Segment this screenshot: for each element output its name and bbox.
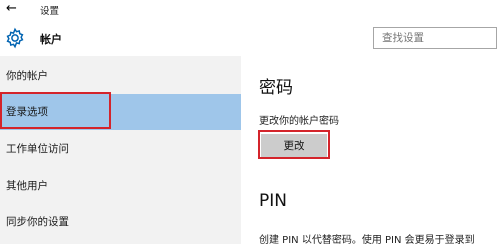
annotation-highlight-sidebar [0, 92, 111, 129]
gear-icon [6, 27, 24, 49]
page-title: 帐户 [40, 33, 62, 46]
sidebar: 你的帐户 登录选项 工作单位访问 其他用户 同步你的设置 [0, 56, 241, 244]
password-description: 更改你的帐户密码 [259, 116, 339, 127]
sidebar-item-work-access[interactable]: 工作单位访问 [0, 131, 241, 167]
window-title: 设置 [40, 6, 60, 17]
sidebar-item-your-account[interactable]: 你的帐户 [0, 58, 241, 94]
back-arrow-icon[interactable]: ← [6, 1, 17, 17]
search-input[interactable] [373, 27, 497, 49]
sidebar-item-other-users[interactable]: 其他用户 [0, 168, 241, 204]
password-heading: 密码 [259, 78, 293, 98]
title-bar: ← 设置 [0, 0, 500, 22]
page-header: 帐户 [0, 22, 500, 56]
annotation-highlight-button [258, 130, 330, 159]
pin-heading: PIN [259, 191, 287, 211]
sidebar-item-sync-settings[interactable]: 同步你的设置 [0, 204, 241, 240]
